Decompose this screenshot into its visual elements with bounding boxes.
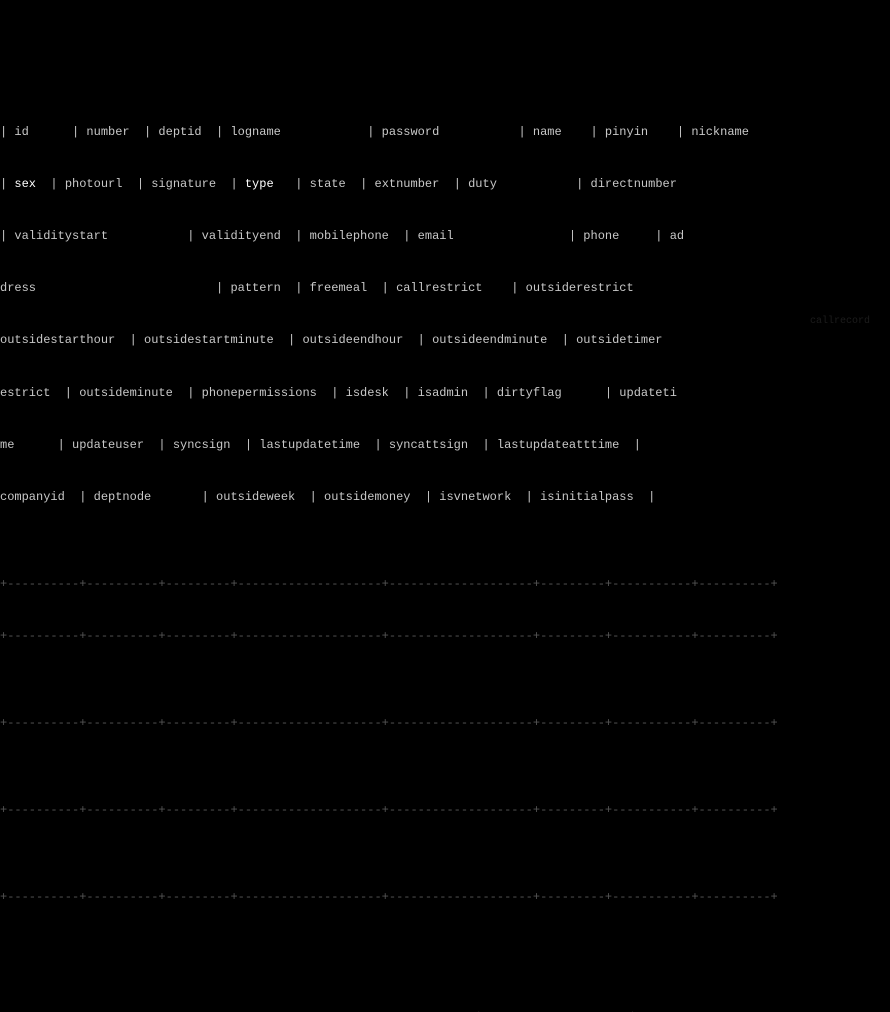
line-5: outsidestarthour | outsidestartminute | … xyxy=(0,332,890,349)
line-4: dress | pattern | freemeal | callrestric… xyxy=(0,280,890,297)
line-6: estrict | outsideminute | phonepermissio… xyxy=(0,385,890,402)
line-7: me | updateuser | syncsign | lastupdatet… xyxy=(0,437,890,454)
terminal-output: callrecord | id | number | deptid | logn… xyxy=(0,0,890,1012)
sep-4: +----------+----------+---------+-------… xyxy=(0,802,890,819)
data-row-1: | 232 | 10 | 17 | 13851 33 | cEd2QXMzejx… xyxy=(0,1011,890,1012)
line-1: | id | number | deptid | logname | passw… xyxy=(0,124,890,141)
sep-1: +----------+----------+---------+-------… xyxy=(0,576,890,593)
sep-3: +----------+----------+---------+-------… xyxy=(0,715,890,732)
line-3: | validitystart | validityend | mobileph… xyxy=(0,228,890,245)
line-2: | sex | photourl | signature | type | st… xyxy=(0,176,890,193)
watermark-callrecord: callrecord xyxy=(810,315,870,330)
line-8: companyid | deptnode | outsideweek | out… xyxy=(0,489,890,506)
sep-2: +----------+----------+---------+-------… xyxy=(0,628,890,645)
sep-5: +----------+----------+---------+-------… xyxy=(0,889,890,906)
